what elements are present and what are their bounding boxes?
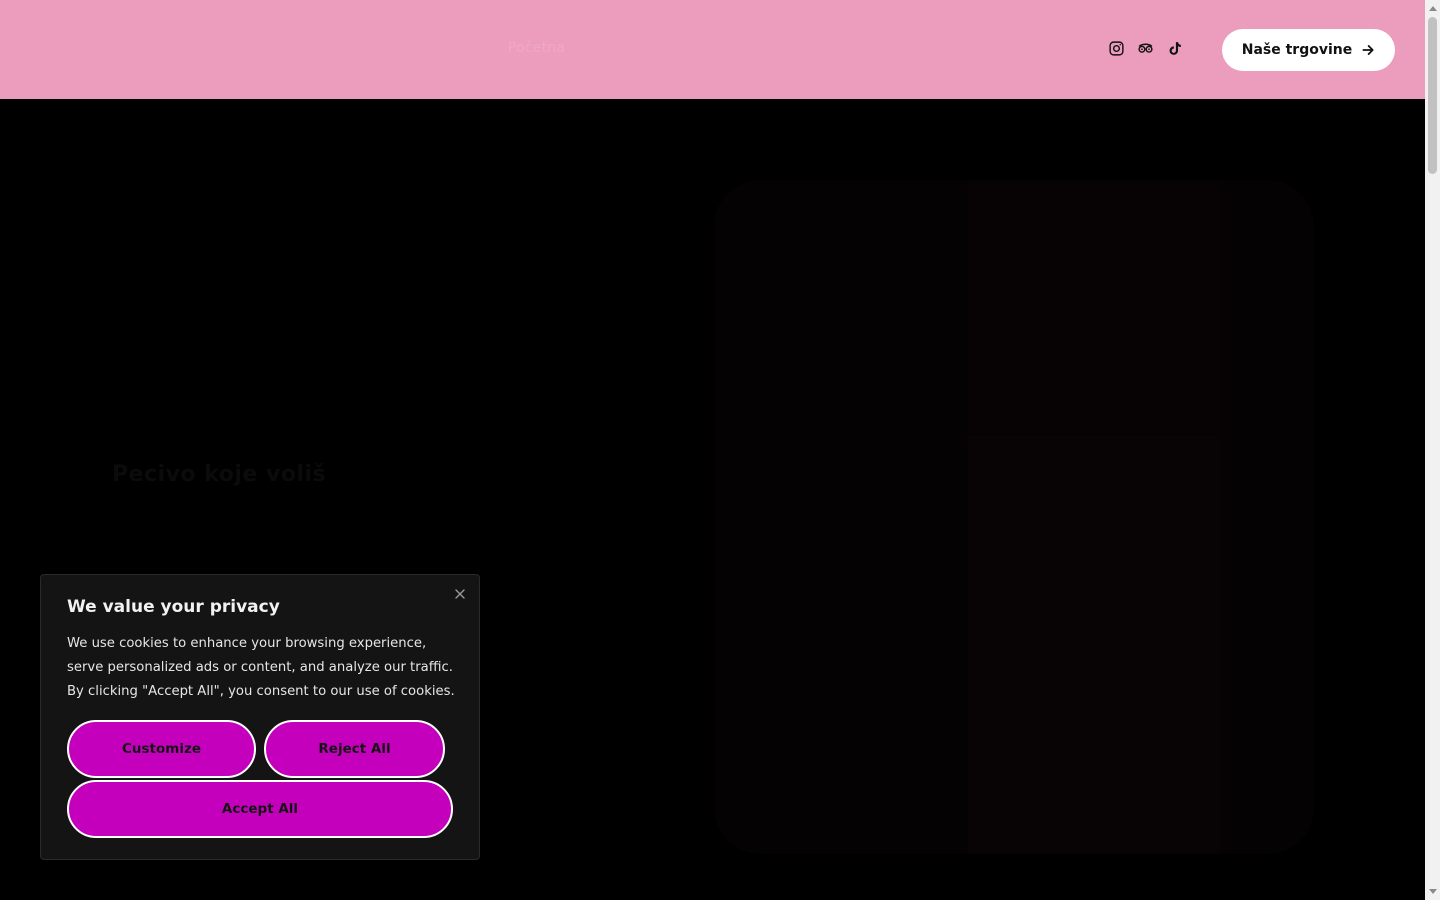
scroll-up-icon[interactable]: [1428, 6, 1437, 11]
customize-button[interactable]: Customize: [67, 720, 256, 778]
close-icon[interactable]: [453, 586, 467, 600]
arrow-right-icon: [1362, 45, 1374, 55]
tiktok-icon[interactable]: [1166, 40, 1183, 57]
accept-all-button[interactable]: Accept All: [67, 780, 453, 838]
reject-all-button[interactable]: Reject All: [264, 720, 445, 778]
hero-image-collage: [714, 180, 1314, 854]
nav-link-home[interactable]: Početna: [508, 40, 565, 56]
instagram-icon[interactable]: [1108, 40, 1125, 57]
hero-image-tile: [968, 180, 1220, 434]
cookie-description: We use cookies to enhance your browsing …: [67, 636, 455, 699]
our-stores-label: Naše trgovine: [1241, 42, 1353, 58]
social-links: [1108, 40, 1183, 57]
tripadvisor-icon[interactable]: [1137, 40, 1154, 57]
hero-image-tile: [968, 436, 1220, 854]
cookie-title: We value your privacy: [67, 597, 280, 617]
hero-headline: Pecivo koje voliš: [112, 462, 327, 487]
cookie-consent-banner: We value your privacy We use cookies to …: [40, 574, 480, 860]
scroll-thumb[interactable]: [1428, 17, 1437, 174]
site-header: Početna Naše trgovine: [0, 0, 1425, 99]
our-stores-button[interactable]: Naše trgovine: [1222, 29, 1395, 71]
page-scrollbar[interactable]: [1425, 0, 1440, 900]
scroll-down-icon[interactable]: [1428, 889, 1437, 894]
